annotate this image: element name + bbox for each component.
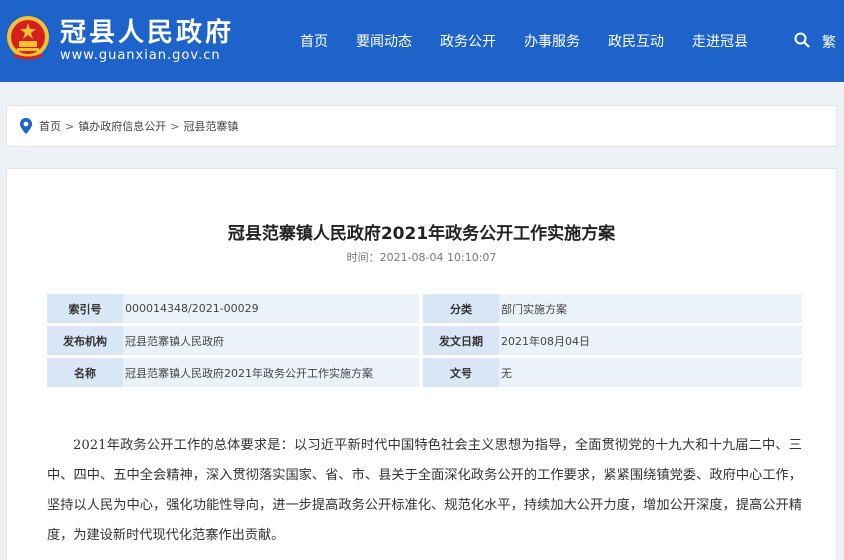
index-label: 索引号 [47,294,123,323]
table-row: 名称 冠县范寨镇人民政府2021年政务公开工作实施方案 文号 无 [47,358,802,387]
nav-item-about[interactable]: 走进冠县 [692,31,748,51]
nav-item-services[interactable]: 办事服务 [524,31,580,51]
category-value: 部门实施方案 [499,294,802,323]
site-title[interactable]: 冠县人民政府 [60,12,234,49]
publisher-value: 冠县范寨镇人民政府 [123,326,419,355]
publisher-label: 发布机构 [47,326,123,355]
breadcrumb-current[interactable]: 冠县范寨镇 [183,118,238,134]
time-value: 2021-08-04 10:10:07 [379,251,497,264]
date-label: 发文日期 [423,326,499,355]
breadcrumb-town-info[interactable]: 镇办政府信息公开 [78,118,166,134]
time-label: 时间： [346,251,380,264]
location-pin-icon [20,118,32,134]
traditional-chinese-toggle[interactable]: 繁 [822,32,836,52]
breadcrumb-home[interactable]: 首页 [39,118,61,134]
nav-item-gov-affairs[interactable]: 政务公开 [440,31,496,51]
breadcrumb-separator: > [170,119,180,133]
breadcrumb-separator: > [65,119,75,133]
article-body: 2021年政务公开工作的总体要求是：以习近平新时代中国特色社会主义思想为指导，全… [47,438,802,543]
site-header: 冠县人民政府 www.guanxian.gov.cn 首页 要闻动态 政务公开 … [0,0,844,82]
metadata-table: 索引号 000014348/2021-00029 分类 部门实施方案 发布机构 … [47,291,802,390]
national-emblem-icon[interactable] [6,15,50,61]
search-icon[interactable] [794,32,810,48]
name-label: 名称 [47,358,123,387]
article-panel: 冠县范寨镇人民政府2021年政务公开工作实施方案 时间：2021-08-04 1… [6,168,837,560]
breadcrumb: 首页 > 镇办政府信息公开 > 冠县范寨镇 [6,105,837,147]
nav-item-interaction[interactable]: 政民互动 [608,31,664,51]
table-row: 索引号 000014348/2021-00029 分类 部门实施方案 [47,294,802,323]
article-title: 冠县范寨镇人民政府2021年政务公开工作实施方案 [227,224,616,244]
table-row: 发布机构 冠县范寨镇人民政府 发文日期 2021年08月04日 [47,326,802,355]
main-nav: 首页 要闻动态 政务公开 办事服务 政民互动 走进冠县 [300,0,776,82]
date-value: 2021年08月04日 [499,326,802,355]
article-time: 时间：2021-08-04 10:10:07 [7,249,836,265]
name-value: 冠县范寨镇人民政府2021年政务公开工作实施方案 [123,358,419,387]
nav-item-news[interactable]: 要闻动态 [356,31,412,51]
index-value: 000014348/2021-00029 [123,294,419,323]
nav-item-home[interactable]: 首页 [300,31,328,51]
doc-no-value: 无 [499,358,802,387]
site-url: www.guanxian.gov.cn [60,48,221,63]
doc-no-label: 文号 [423,358,499,387]
category-label: 分类 [423,294,499,323]
